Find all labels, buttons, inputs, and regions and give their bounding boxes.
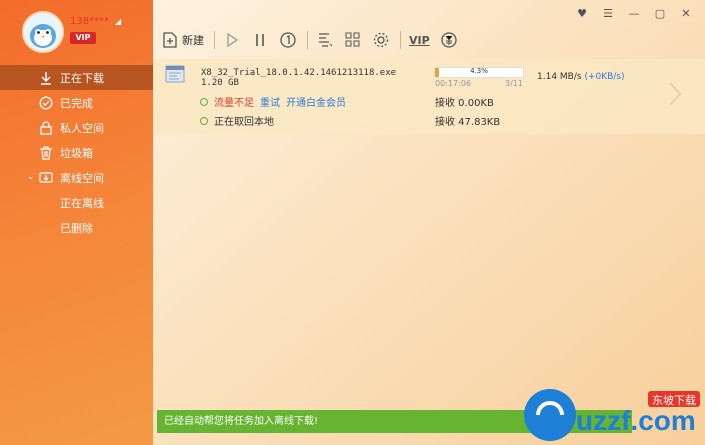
sidebar-item-label: 垃圾箱	[60, 146, 93, 160]
sidebar-item-label: 已完成	[60, 96, 93, 110]
sidebar-item-offline-space[interactable]: ⌄ 离线空间	[0, 165, 153, 190]
vip-badge-label: VIP	[75, 33, 91, 42]
coin-icon	[441, 32, 457, 48]
sidebar-item-private-space[interactable]: 私人空间	[0, 115, 153, 140]
trash-icon	[39, 145, 53, 160]
file-size: 1.20 GB	[201, 78, 239, 88]
settings-button[interactable]	[372, 31, 390, 49]
sidebar-item-trash[interactable]: 垃圾箱	[0, 140, 153, 165]
user-dropdown-icon[interactable]: ◢	[115, 17, 121, 26]
file-count: 3/11	[505, 79, 523, 88]
minimize-icon[interactable]: —	[627, 7, 641, 20]
watermark-cn: 东坡下载	[652, 394, 696, 407]
chevron-down-icon[interactable]: ⌄	[27, 172, 35, 182]
sort-button[interactable]	[316, 31, 334, 49]
one-click-button[interactable]	[279, 31, 297, 49]
new-task-button[interactable]: 新建	[161, 31, 204, 49]
exe-file-icon	[165, 65, 185, 83]
progress-text: 4.3%	[470, 67, 488, 75]
vip-label: VIP	[409, 33, 430, 47]
sidebar-item-downloading[interactable]: 正在下载	[0, 65, 153, 90]
start-button[interactable]	[223, 31, 241, 49]
lock-icon	[39, 120, 53, 135]
received-2: 接收 47.83KB	[435, 117, 501, 128]
app-grid-button[interactable]	[344, 31, 362, 49]
progress-bar: 4.3%	[434, 67, 524, 78]
chevron-right-icon[interactable]	[668, 81, 682, 107]
status-text: 正在取回本地	[214, 117, 274, 128]
speed-boost: (+0KB/s)	[584, 72, 625, 82]
table-row[interactable]: X8_32_Trial_18.0.1.42.1461213118.exe 1.2…	[153, 59, 705, 134]
gear-icon	[373, 32, 389, 48]
check-circle-icon	[39, 96, 53, 110]
download-icon	[39, 71, 53, 85]
vip-button[interactable]: VIP	[409, 34, 430, 47]
toolbar-divider	[307, 31, 308, 49]
status-dot-icon	[200, 116, 208, 125]
list-sort-icon	[319, 33, 333, 47]
upgrade-link[interactable]: 开通白金会员	[286, 94, 346, 109]
status-warning: 流量不足	[214, 98, 254, 109]
pause-icon	[256, 34, 264, 46]
new-file-icon	[163, 32, 177, 48]
sidebar: 138**** ◢ VIP 正在下载 已完成 私人空间 垃圾箱 ⌄ 离线空间 正…	[0, 0, 153, 445]
wallet-button[interactable]	[440, 31, 458, 49]
elapsed-time: 00:17:06	[435, 79, 471, 88]
notice-text: 已经自动帮您将任务加入离线下载!	[164, 416, 319, 427]
pause-button[interactable]	[251, 31, 269, 49]
app-window: 138**** ◢ VIP 正在下载 已完成 私人空间 垃圾箱 ⌄ 离线空间 正…	[0, 0, 705, 445]
close-icon[interactable]: ✕	[679, 7, 693, 20]
sidebar-item-completed[interactable]: 已完成	[0, 90, 153, 115]
grid-icon	[345, 32, 360, 47]
status-line-2: 正在取回本地	[200, 113, 274, 128]
play-icon	[227, 32, 239, 48]
download-speed: 1.14 MB/s (+0KB/s)	[537, 72, 625, 82]
toolbar-divider	[400, 31, 401, 49]
status-line-1: 流量不足 重试 开通白金会员	[200, 94, 346, 109]
watermark-logo: uzzf.com 东坡下载	[524, 389, 700, 441]
avatar[interactable]	[22, 11, 64, 53]
cloud-download-icon	[39, 171, 53, 185]
username[interactable]: 138****	[70, 16, 109, 27]
watermark-brand: uzzf.com	[576, 405, 696, 436]
sidebar-item-offline-in-progress[interactable]: 正在离线	[0, 190, 153, 215]
window-controls: ♥ ☰ — ▢ ✕	[575, 7, 693, 20]
sidebar-item-label: 正在下载	[60, 71, 104, 85]
maximize-icon[interactable]: ▢	[653, 7, 667, 20]
menu-icon[interactable]: ☰	[601, 7, 615, 20]
toolbar: 新建 VIP	[161, 28, 468, 52]
toolbar-divider	[214, 31, 215, 49]
sidebar-item-label: 私人空间	[60, 121, 104, 135]
speed-value: 1.14 MB/s	[537, 72, 582, 82]
retry-link[interactable]: 重试	[260, 94, 280, 109]
number-one-circle-icon	[280, 32, 296, 48]
skin-icon[interactable]: ♥	[575, 7, 589, 20]
sidebar-item-deleted[interactable]: 已删除	[0, 215, 153, 240]
sidebar-item-label: 已删除	[60, 221, 93, 235]
file-name: X8_32_Trial_18.0.1.42.1461213118.exe	[201, 68, 397, 78]
sidebar-item-label: 离线空间	[60, 171, 104, 185]
vip-badge[interactable]: VIP	[70, 32, 96, 44]
sidebar-nav: 正在下载 已完成 私人空间 垃圾箱 ⌄ 离线空间 正在离线 已删除	[0, 65, 153, 240]
received-1: 接收 0.00KB	[435, 98, 494, 109]
sidebar-item-label: 正在离线	[60, 196, 104, 210]
new-task-label: 新建	[182, 34, 204, 47]
main-panel: ♥ ☰ — ▢ ✕ 新建 VIP X8_32_Trial_18.0.1.42.1…	[153, 0, 705, 445]
status-dot-icon	[200, 97, 208, 106]
